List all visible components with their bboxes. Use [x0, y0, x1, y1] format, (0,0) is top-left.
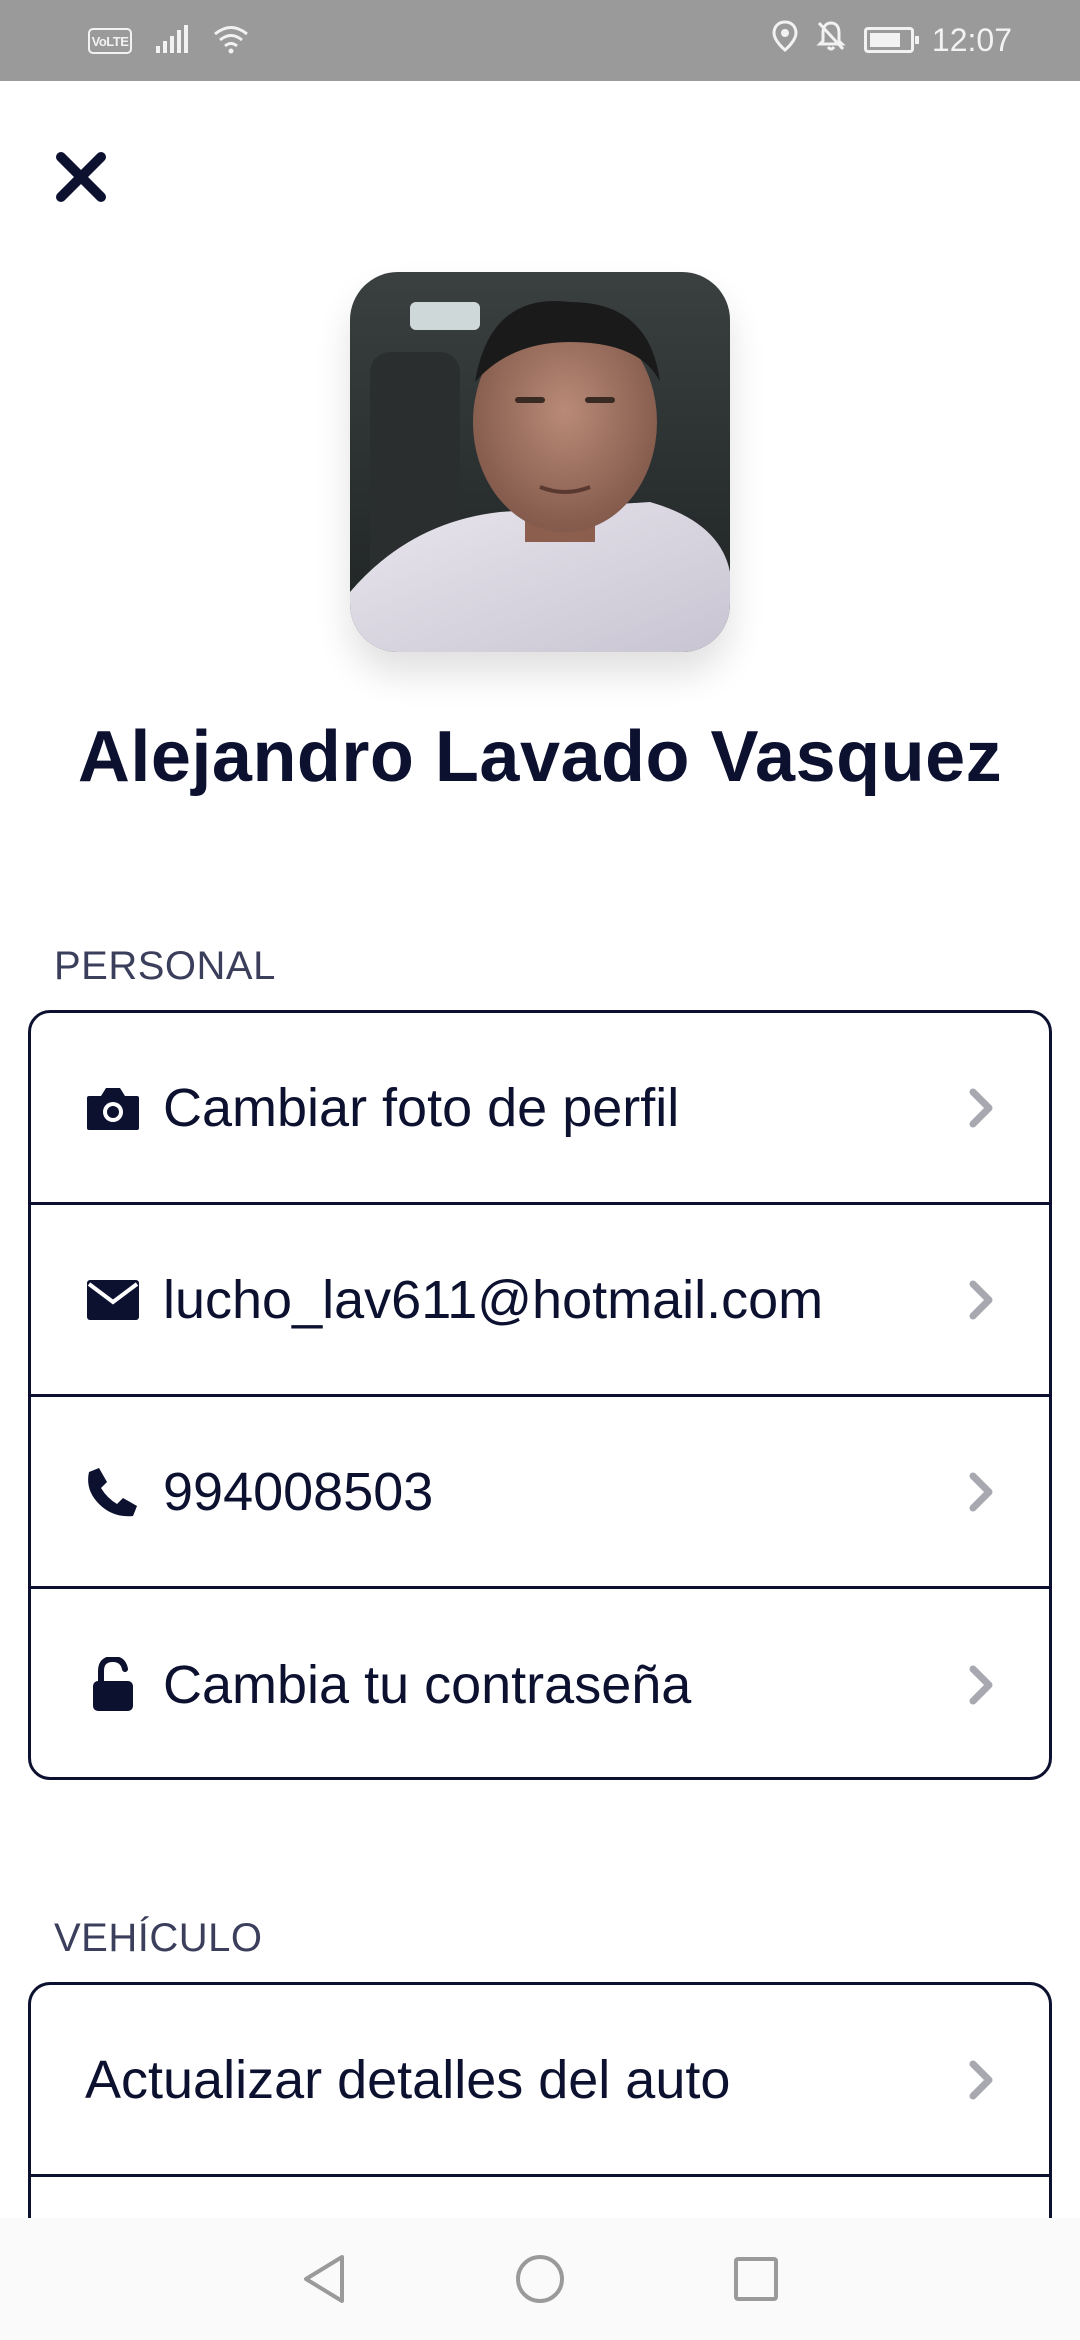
status-right: 12:07 [772, 18, 1012, 62]
mail-icon [85, 1272, 141, 1328]
email-row[interactable]: lucho_lav611@hotmail.com [31, 1205, 1049, 1397]
status-time: 12:07 [931, 21, 1012, 58]
profile-avatar[interactable] [350, 272, 730, 652]
personal-card: Cambiar foto de perfil lucho_lav611@hotm… [28, 1010, 1052, 1780]
profile-name: Alejandro Lavado Vasquez [77, 717, 1003, 797]
chevron-right-icon [961, 1661, 1001, 1709]
section-label-personal: PERSONAL [54, 944, 276, 988]
change-photo-row[interactable]: Cambiar foto de perfil [31, 1013, 1049, 1205]
camera-icon [85, 1080, 141, 1136]
row-label: lucho_lav611@hotmail.com [163, 1269, 824, 1330]
wifi-icon [212, 24, 250, 59]
system-nav-bar [0, 2218, 1080, 2340]
close-button[interactable] [48, 144, 114, 210]
nav-recents-button[interactable] [728, 2251, 784, 2307]
phone-row[interactable]: 994008503 [31, 1397, 1049, 1589]
row-label: Cambiar foto de perfil [163, 1077, 680, 1138]
update-car-row[interactable]: Actualizar detalles del auto [31, 1985, 1049, 2177]
battery-icon [863, 27, 919, 53]
location-icon [772, 20, 798, 60]
home-circle-icon [516, 2255, 564, 2303]
notifications-off-icon [816, 20, 846, 60]
nav-back-button[interactable] [296, 2251, 352, 2307]
row-label: Actualizar detalles del auto [85, 2049, 731, 2110]
row-label: Cambia tu contraseña [163, 1655, 692, 1715]
chevron-right-icon [961, 1084, 1001, 1132]
section-label-vehicle: VEHÍCULO [54, 1916, 263, 1960]
signal-icon [154, 24, 190, 59]
close-icon [56, 152, 106, 202]
avatar-photo [350, 272, 730, 652]
volte-badge: VoLTE [88, 28, 132, 54]
phone-icon [85, 1464, 141, 1520]
password-row[interactable]: Cambia tu contraseña [31, 1589, 1049, 1777]
status-left: VoLTE [88, 22, 250, 60]
status-bar: VoLTE 12:07 [0, 0, 1080, 81]
recents-square-icon [734, 2257, 778, 2301]
row-label: 994008503 [163, 1461, 434, 1522]
chevron-right-icon [961, 1468, 1001, 1516]
chevron-right-icon [961, 2056, 1001, 2104]
chevron-right-icon [961, 1276, 1001, 1324]
back-triangle-icon [304, 2255, 344, 2303]
lock-icon [85, 1657, 141, 1713]
nav-home-button[interactable] [512, 2251, 568, 2307]
